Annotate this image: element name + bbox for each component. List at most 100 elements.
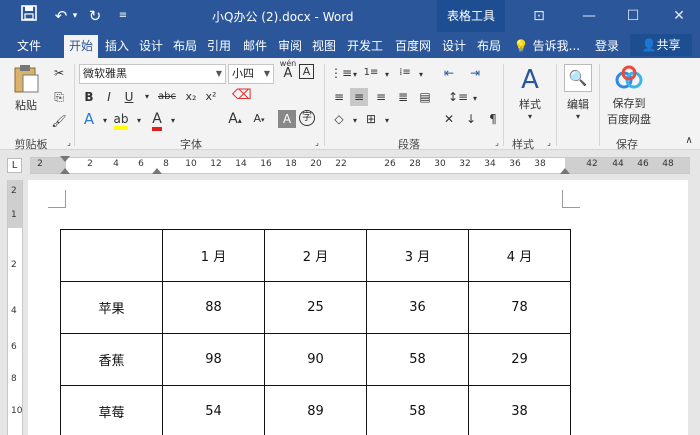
table-cell[interactable]	[60, 229, 163, 282]
login-button[interactable]: 登录	[590, 35, 624, 58]
ribbon-display-options-icon[interactable]: ⊡	[520, 0, 558, 32]
font-name-combo[interactable]: 微软雅黑 ▼	[79, 64, 226, 84]
highlight-dropdown-icon[interactable]: ▾	[130, 112, 148, 130]
undo-dropdown-icon[interactable]: ▾	[64, 5, 86, 27]
grow-font-icon[interactable]: A▴	[226, 110, 244, 128]
tab-mailings[interactable]: 邮件	[238, 35, 272, 58]
borders-dropdown-icon[interactable]: ▾	[378, 112, 396, 130]
minimize-button[interactable]: —	[570, 0, 608, 32]
show-marks-icon[interactable]: ¶	[484, 110, 502, 128]
ruler-number: 16	[260, 159, 272, 169]
table-cell[interactable]: 25	[264, 281, 367, 334]
right-indent-marker[interactable]	[560, 168, 570, 174]
line-spacing-dropdown-icon[interactable]: ▾	[466, 90, 484, 108]
save-to-baidu-button[interactable]: 保存到 百度网盘	[602, 64, 656, 127]
subscript-icon[interactable]: x₂	[182, 88, 200, 106]
align-center-icon[interactable]: ≡	[350, 88, 368, 106]
clipboard-icon	[14, 65, 39, 93]
table-cell[interactable]: 香蕉	[60, 333, 163, 386]
table-cell[interactable]: 3 月	[366, 229, 469, 282]
table-cell[interactable]: 苹果	[60, 281, 163, 334]
chinese-layout-icon[interactable]: ✕	[440, 110, 458, 128]
close-button[interactable]: ✕	[660, 0, 698, 32]
ruler-number: 2	[87, 159, 93, 169]
superscript-icon[interactable]: x²	[202, 88, 220, 106]
table-cell[interactable]: 89	[264, 385, 367, 435]
maximize-button[interactable]: ☐	[614, 0, 652, 32]
clear-formatting-icon[interactable]: ⌫	[232, 86, 252, 104]
table-cell[interactable]: 4 月	[468, 229, 571, 282]
table-cell[interactable]: 36	[366, 281, 469, 334]
document-page[interactable]: 1 月 2 月 3 月 4 月 苹果 88 25 36 78 香蕉 98 90 …	[28, 180, 688, 435]
styles-button[interactable]: A 样式 ▾	[510, 64, 550, 121]
first-line-indent-marker[interactable]	[60, 156, 70, 162]
tab-table-design[interactable]: 设计	[437, 35, 471, 58]
tab-layout[interactable]: 布局	[168, 35, 202, 58]
table-cell[interactable]: 草莓	[60, 385, 163, 435]
customize-toolbar-icon[interactable]: ≡	[112, 5, 134, 27]
tab-home[interactable]: 开始	[64, 35, 98, 58]
line-spacing-icon[interactable]: ↕≡	[448, 88, 468, 106]
character-border-icon[interactable]: A	[299, 64, 314, 79]
tab-selector[interactable]: L	[7, 158, 22, 173]
align-right-icon[interactable]: ≡	[372, 88, 390, 106]
shrink-font-icon[interactable]: A▾	[250, 110, 268, 128]
table-cell[interactable]: 58	[366, 333, 469, 386]
tab-references[interactable]: 引用	[202, 35, 236, 58]
tab-table-layout[interactable]: 布局	[472, 35, 506, 58]
justify-icon[interactable]: ≣	[394, 88, 412, 106]
underline-dropdown-icon[interactable]: ▾	[138, 88, 156, 106]
save-icon[interactable]	[18, 5, 40, 27]
table-cell[interactable]: 38	[468, 385, 571, 435]
collapse-ribbon-icon[interactable]: ∧	[680, 132, 698, 150]
character-shading-icon[interactable]: A	[278, 110, 296, 128]
font-size-combo[interactable]: 小四 ▼	[228, 64, 274, 84]
increase-indent-icon[interactable]: ⇥	[466, 64, 484, 82]
hanging-indent-marker[interactable]	[60, 168, 70, 174]
tell-me-box[interactable]: 💡 告诉我...	[512, 35, 582, 58]
table-cell[interactable]: 58	[366, 385, 469, 435]
tab-review[interactable]: 审阅	[273, 35, 307, 58]
phonetic-guide-icon[interactable]: wén A	[278, 60, 298, 81]
share-button[interactable]: 👤共享	[630, 34, 692, 56]
highlight-icon[interactable]: ab	[112, 110, 130, 130]
cut-icon[interactable]: ✂	[50, 64, 68, 82]
font-color-dropdown-icon[interactable]: ▾	[164, 112, 182, 130]
tab-view[interactable]: 视图	[307, 35, 341, 58]
table-cell[interactable]: 29	[468, 333, 571, 386]
vertical-ruler[interactable]: 2 1 2 4 6 8 10	[7, 180, 23, 435]
table-cell[interactable]: 2 月	[264, 229, 367, 282]
table-cell[interactable]: 88	[162, 281, 265, 334]
column-marker[interactable]	[152, 168, 162, 174]
sort-icon[interactable]: ↓	[462, 110, 480, 128]
copy-icon[interactable]: ⎘	[50, 88, 68, 106]
table-cell[interactable]: 54	[162, 385, 265, 435]
redo-icon[interactable]: ↻	[84, 5, 106, 27]
tab-design[interactable]: 设计	[134, 35, 168, 58]
align-left-icon[interactable]: ≡	[330, 88, 348, 106]
multilevel-dropdown-icon[interactable]: ▾	[412, 66, 430, 84]
data-table[interactable]: 1 月 2 月 3 月 4 月 苹果 88 25 36 78 香蕉 98 90 …	[60, 229, 571, 435]
baidu-cloud-icon	[615, 65, 643, 89]
distributed-icon[interactable]: ▤	[416, 88, 434, 106]
table-cell[interactable]: 90	[264, 333, 367, 386]
underline-icon[interactable]: U	[120, 88, 138, 106]
strikethrough-icon[interactable]: abc	[155, 88, 179, 106]
numbering-dropdown-icon[interactable]: ▾	[378, 66, 396, 84]
table-cell[interactable]: 98	[162, 333, 265, 386]
tab-insert[interactable]: 插入	[100, 35, 134, 58]
italic-icon[interactable]: I	[100, 88, 118, 106]
paste-button[interactable]: 粘贴	[10, 64, 42, 120]
tab-baidu[interactable]: 百度网	[390, 35, 436, 58]
enclose-characters-icon[interactable]: 字	[299, 110, 315, 126]
crop-mark-top-right	[562, 190, 580, 208]
tab-file[interactable]: 文件	[12, 35, 46, 58]
table-cell[interactable]: 1 月	[162, 229, 265, 282]
horizontal-ruler[interactable]: 2 2 4 6 8 10 12 14 16 18 20 22 26 28 30 …	[30, 156, 690, 174]
decrease-indent-icon[interactable]: ⇤	[440, 64, 458, 82]
edit-button[interactable]: 🔍 编辑 ▾	[560, 64, 596, 121]
format-painter-icon[interactable]: 🖌	[50, 112, 68, 130]
tab-developer[interactable]: 开发工	[342, 35, 388, 58]
bold-icon[interactable]: B	[80, 88, 98, 106]
table-cell[interactable]: 78	[468, 281, 571, 334]
